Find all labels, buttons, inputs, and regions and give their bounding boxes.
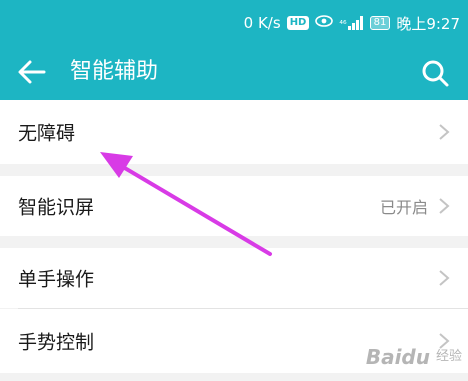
hd-badge: HD [286,16,310,30]
status-indicators: 0 K/s HD ⁴⁶ 81 晚上9:27 [244,12,460,34]
watermark-label: 经验 [435,349,462,364]
page-title: 智能辅助 [70,59,159,84]
chevron-right-icon [439,270,450,286]
arrow-left-icon [18,60,46,84]
list-item-label: 手势控制 [18,331,95,354]
baidu-watermark: Baidu 经验 [366,337,462,377]
network-speed: 0 K/s [243,14,281,32]
signal-icon: ⁴⁶ [339,16,363,30]
list-item-smart-screen-recognition[interactable]: 智能识屏 已开启 [0,176,468,236]
list-item-accessibility[interactable]: 无障碍 [0,100,468,164]
list-item-one-handed-mode[interactable]: 单手操作 [0,248,468,308]
chevron-right-icon [439,198,450,214]
back-button[interactable] [14,56,50,88]
eye-comfort-icon [315,14,334,32]
watermark-brand: Baidu [365,345,430,369]
status-value: 已开启 [379,198,428,217]
chevron-right-icon [439,124,450,140]
list-item-label: 智能识屏 [18,196,95,219]
search-icon [422,60,449,87]
list-item-label: 无障碍 [18,122,76,145]
battery-icon: 81 [369,16,391,30]
clock: 晚上9:27 [396,14,460,33]
app-bar: 智能辅助 [0,44,468,100]
status-bar: 0 K/s HD ⁴⁶ 81 晚上9:27 [0,0,468,44]
list-item-label: 单手操作 [18,268,95,291]
search-button[interactable] [418,56,452,90]
